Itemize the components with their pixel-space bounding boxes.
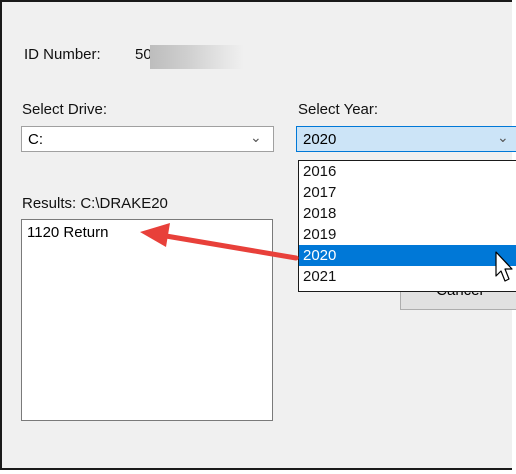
year-option-2017[interactable]: 2017 bbox=[299, 182, 516, 203]
year-option-2019[interactable]: 2019 bbox=[299, 224, 516, 245]
year-select-value: 2020 bbox=[303, 131, 337, 148]
results-label: Results: C:\DRAKE20 bbox=[22, 195, 168, 212]
select-drive-label: Select Drive: bbox=[22, 101, 108, 118]
year-option-2021[interactable]: 2021 bbox=[299, 266, 516, 287]
chevron-down-icon: ⌄ bbox=[497, 129, 509, 145]
year-select[interactable]: 2020 ⌄ bbox=[296, 126, 516, 152]
chevron-down-icon: ⌄ bbox=[250, 129, 262, 145]
year-option-2018[interactable]: 2018 bbox=[299, 203, 516, 224]
dialog-window: ID Number: 50 Select Drive: C: ⌄ Select … bbox=[0, 0, 516, 470]
results-list-item[interactable]: 1120 Return bbox=[27, 224, 108, 241]
year-option-2016[interactable]: 2016 bbox=[299, 161, 516, 182]
results-list[interactable]: 1120 Return bbox=[21, 219, 273, 421]
drive-select[interactable]: C: ⌄ bbox=[21, 126, 274, 152]
select-year-label: Select Year: bbox=[298, 101, 379, 118]
drive-select-value: C: bbox=[28, 131, 43, 148]
year-dropdown-list[interactable]: 2016 2017 2018 2019 2020 2021 bbox=[298, 160, 516, 292]
id-number-redaction bbox=[150, 45, 244, 69]
year-option-2020[interactable]: 2020 bbox=[299, 245, 516, 266]
id-number-label: ID Number: bbox=[24, 46, 101, 63]
